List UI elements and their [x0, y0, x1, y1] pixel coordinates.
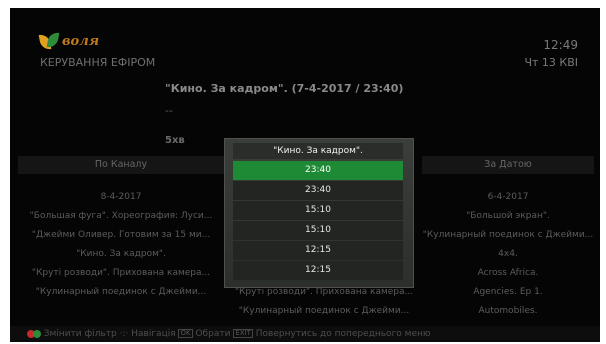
footer-hints: Змінити фільтр ·:· Навігація OK Обрати E…	[10, 326, 600, 342]
list-item[interactable]: "Большой экран".	[422, 207, 594, 226]
program-description: --	[165, 104, 173, 117]
logo-leaf-icon	[46, 31, 60, 49]
nav-hint: Навігація	[131, 329, 176, 339]
list-item[interactable]: 8-4-2017	[18, 188, 224, 207]
channel-list: 8-4-2017 "Большая фуга". Хореография: Лу…	[18, 188, 224, 302]
logo-word: воля	[62, 34, 100, 49]
current-date: Чт 13 КВІ	[524, 56, 578, 69]
time-options: 23:40 23:40 15:10 15:10 12:15 12:15	[233, 161, 403, 281]
time-option[interactable]: 23:40	[233, 181, 403, 200]
time-option[interactable]: 12:15	[233, 241, 403, 260]
tab-by-date[interactable]: За Датою	[422, 156, 594, 174]
list-item[interactable]: "Большая фуга". Хореография: Луси...	[18, 207, 224, 226]
page-subtitle: КЕРУВАННЯ ЕФІРОМ	[40, 56, 156, 69]
list-item[interactable]: "Круті розводи". Прихована камера...	[18, 264, 224, 283]
list-item[interactable]: "Джейми Оливер. Готовим за 15 ми...	[18, 226, 224, 245]
list-item[interactable]: "Кулинарный поединок с Джейми...	[422, 226, 594, 245]
time-option[interactable]: 15:10	[233, 221, 403, 240]
time-option[interactable]: 23:40	[233, 161, 403, 180]
filter-hint: Змінити фільтр	[43, 329, 117, 339]
list-item[interactable]: Agencies. Ep 1.	[422, 283, 594, 302]
back-hint: Повернутись до попереднього меню	[255, 329, 431, 339]
program-duration: 5хв	[165, 135, 185, 146]
nav-arrows-icon: ·:·	[119, 329, 129, 339]
list-item[interactable]: Automobiles.	[422, 302, 594, 321]
date-list: 6-4-2017 "Большой экран". "Кулинарный по…	[422, 188, 594, 321]
time-option[interactable]: 12:15	[233, 261, 403, 280]
green-key-icon	[32, 329, 41, 338]
brand-logo: воля	[38, 31, 110, 52]
list-item[interactable]: "Кино. За кадром".	[18, 245, 224, 264]
ok-key-icon: OK	[178, 329, 193, 338]
exit-key-icon: EXIT	[233, 329, 253, 338]
popup-title: "Кино. За кадром".	[233, 143, 403, 159]
tv-screen: воля КЕРУВАННЯ ЕФІРОМ 12:49 Чт 13 КВІ "К…	[10, 8, 600, 342]
select-hint: Обрати	[195, 329, 231, 339]
list-item[interactable]: Across Africa.	[422, 264, 594, 283]
program-title: "Кино. За кадром". (7-4-2017 / 23:40)	[165, 82, 404, 95]
list-item[interactable]: 6-4-2017	[422, 188, 594, 207]
time-option[interactable]: 15:10	[233, 201, 403, 220]
clock: 12:49	[543, 38, 578, 52]
list-item[interactable]: "Кулинарный поединок с Джейми...	[18, 283, 224, 302]
tab-by-channel[interactable]: По Каналу	[18, 156, 224, 174]
list-item[interactable]: "Кулинарный поединок с Джейми...	[224, 302, 424, 321]
time-select-popup: "Кино. За кадром". 23:40 23:40 15:10 15:…	[224, 138, 414, 288]
list-item[interactable]: 4x4.	[422, 245, 594, 264]
